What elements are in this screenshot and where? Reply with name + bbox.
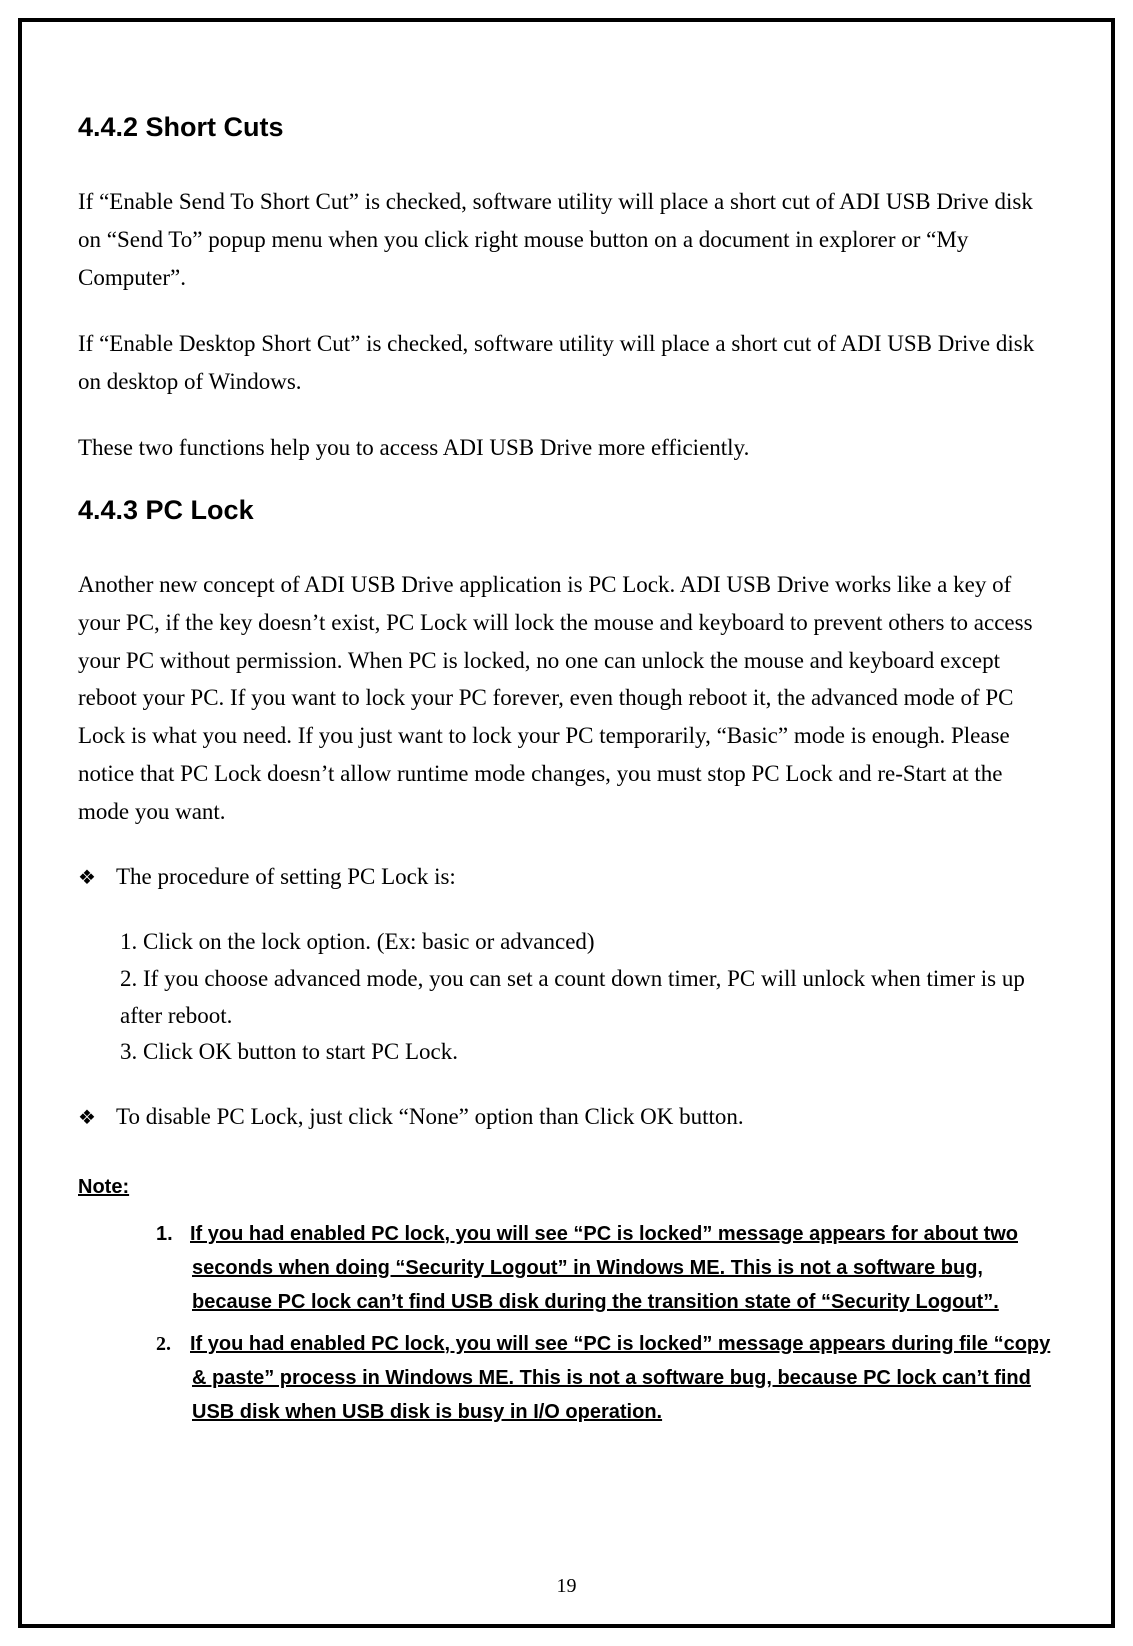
note-list: 1.If you had enabled PC lock, you will s…	[156, 1217, 1055, 1429]
note-number-2: 2.	[156, 1327, 190, 1361]
bullet-list-disable: To disable PC Lock, just click “None” op…	[78, 1099, 1055, 1136]
heading-short-cuts: 4.4.2 Short Cuts	[78, 112, 1055, 143]
step-3: 3. Click OK button to start PC Lock.	[120, 1034, 1055, 1071]
note-number-1: 1.	[156, 1217, 190, 1251]
heading-pc-lock: 4.4.3 PC Lock	[78, 495, 1055, 526]
paragraph-pc-lock-intro: Another new concept of ADI USB Drive app…	[78, 566, 1055, 832]
paragraph-send-to: If “Enable Send To Short Cut” is checked…	[78, 183, 1055, 297]
procedure-steps: 1. Click on the lock option. (Ex: basic …	[120, 924, 1055, 1071]
paragraph-efficiency: These two functions help you to access A…	[78, 429, 1055, 467]
note-text-2: If you had enabled PC lock, you will see…	[190, 1333, 1050, 1423]
note-text-1: If you had enabled PC lock, you will see…	[190, 1223, 1018, 1313]
bullet-list-procedure: The procedure of setting PC Lock is:	[78, 859, 1055, 896]
bullet-disable: To disable PC Lock, just click “None” op…	[78, 1099, 1055, 1136]
bullet-procedure-heading: The procedure of setting PC Lock is:	[78, 859, 1055, 896]
page-number: 19	[0, 1575, 1133, 1598]
note-item-2: 2.If you had enabled PC lock, you will s…	[156, 1327, 1055, 1429]
step-1: 1. Click on the lock option. (Ex: basic …	[120, 924, 1055, 961]
note-heading: Note:	[78, 1176, 1055, 1199]
page-content: 4.4.2 Short Cuts If “Enable Send To Shor…	[78, 100, 1055, 1606]
step-2: 2. If you choose advanced mode, you can …	[120, 961, 1055, 1035]
paragraph-desktop-shortcut: If “Enable Desktop Short Cut” is checked…	[78, 325, 1055, 401]
note-item-1: 1.If you had enabled PC lock, you will s…	[156, 1217, 1055, 1319]
